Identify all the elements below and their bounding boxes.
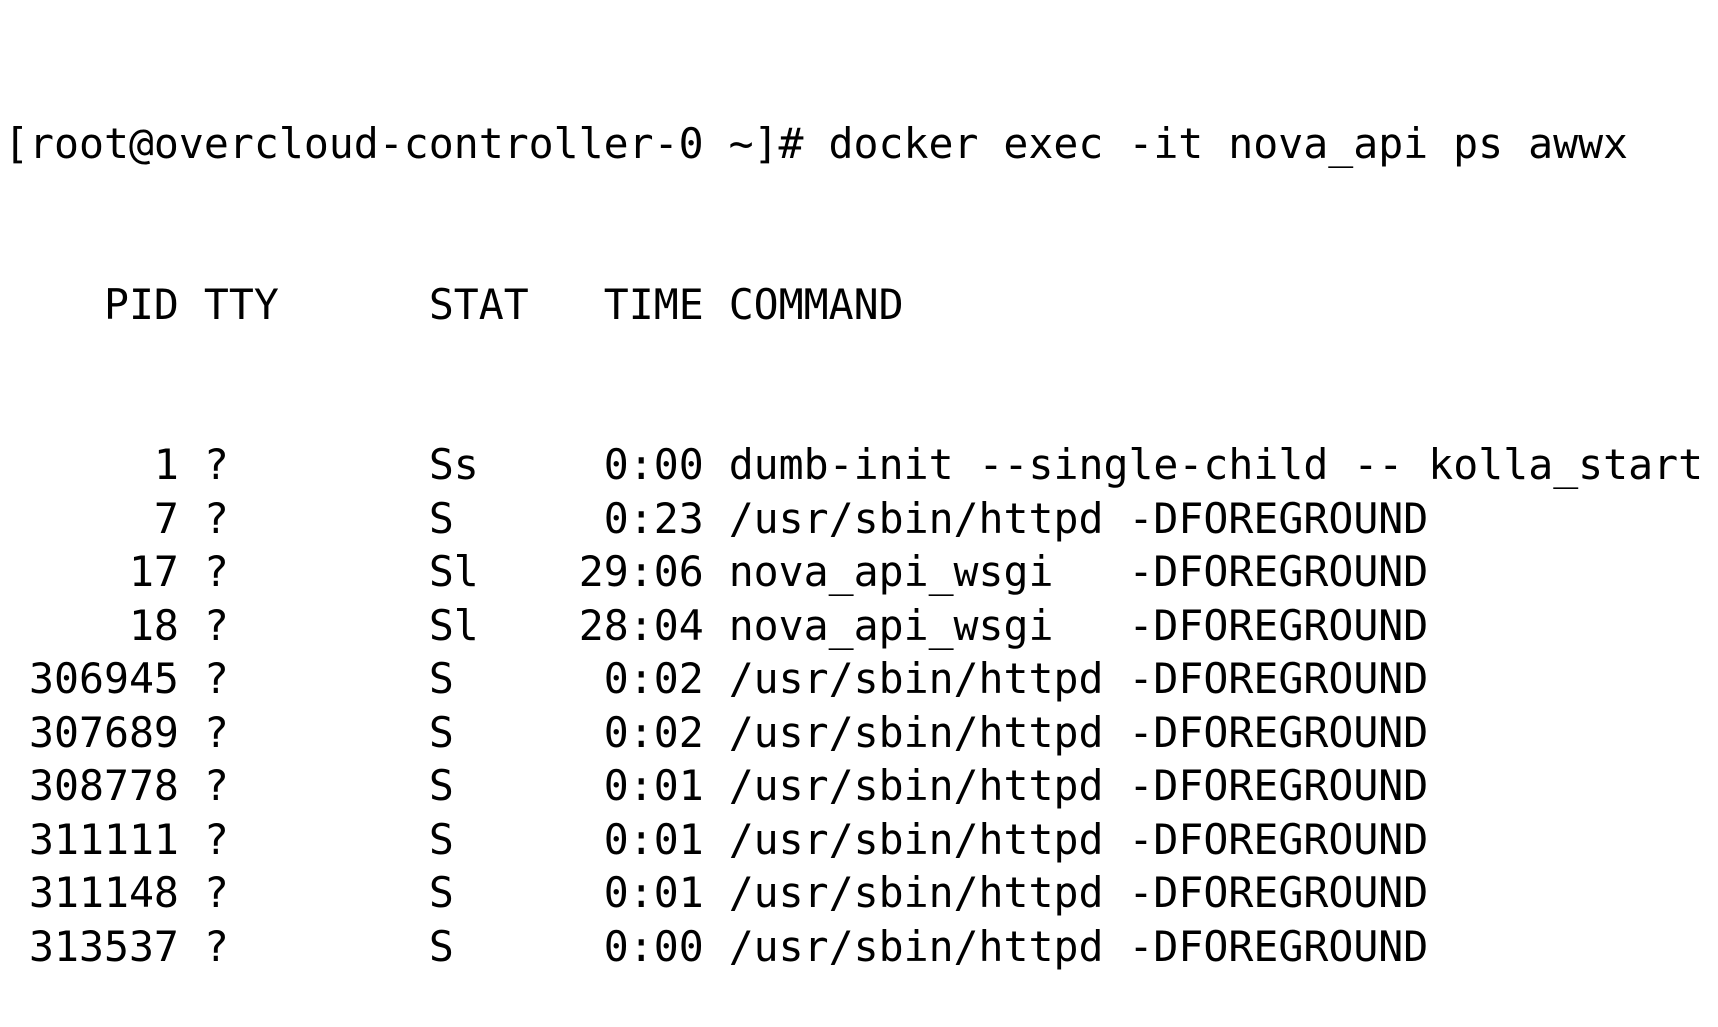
process-row: 311111 ? S 0:01 /usr/sbin/httpd -DFOREGR… — [4, 813, 1703, 867]
command: nova_api_wsgi -DFOREGROUND — [728, 600, 1429, 650]
pid: 311148 — [29, 868, 179, 917]
stat: S — [428, 493, 454, 543]
header-time: TIME — [603, 279, 704, 329]
header-pid: PID — [103, 279, 179, 329]
time: 0:01 — [603, 761, 704, 810]
process-table: 1 ? Ss 0:00 dumb-init --single-child -- … — [4, 438, 1703, 973]
header-tty: TTY — [203, 279, 279, 329]
time: 0:02 — [603, 707, 704, 757]
header-command: COMMAND — [728, 279, 904, 329]
pid: 7 — [153, 493, 179, 543]
stat: S — [428, 868, 454, 917]
time: 0:00 — [603, 921, 704, 971]
tty: ? — [203, 868, 229, 917]
tty: ? — [203, 493, 229, 543]
tty: ? — [203, 547, 229, 596]
stat: S — [428, 761, 454, 810]
command: dumb-init --single-child -- kolla_start — [728, 440, 1704, 489]
tty: ? — [203, 600, 229, 650]
command: /usr/sbin/httpd -DFOREGROUND — [728, 814, 1429, 864]
command: /usr/sbin/httpd -DFOREGROUND — [728, 707, 1429, 757]
terminal-output[interactable]: [root@overcloud-controller-0 ~]# docker … — [4, 10, 1703, 1027]
time: 0:02 — [603, 654, 704, 703]
stat: Sl — [428, 600, 479, 650]
process-row: 17 ? Sl 29:06 nova_api_wsgi -DFOREGROUND — [4, 545, 1703, 599]
time: 29:06 — [578, 547, 704, 596]
process-row: 307689 ? S 0:02 /usr/sbin/httpd -DFOREGR… — [4, 706, 1703, 760]
process-row: 18 ? Sl 28:04 nova_api_wsgi -DFOREGROUND — [4, 599, 1703, 653]
time: 0:00 — [603, 440, 704, 489]
pid: 307689 — [29, 707, 179, 757]
pid: 311111 — [29, 814, 179, 864]
process-table-header: PID TTY STAT TIME COMMAND — [4, 278, 1703, 332]
stat: S — [428, 654, 454, 703]
time: 0:01 — [603, 814, 704, 864]
command: /usr/sbin/httpd -DFOREGROUND — [728, 654, 1429, 703]
time: 28:04 — [578, 600, 704, 650]
tty: ? — [203, 440, 229, 489]
stat: Ss — [428, 440, 479, 489]
tty: ? — [203, 707, 229, 757]
process-row: 308778 ? S 0:01 /usr/sbin/httpd -DFOREGR… — [4, 759, 1703, 813]
pid: 308778 — [29, 761, 179, 810]
tty: ? — [203, 921, 229, 971]
process-row: 313537 ? S 0:00 /usr/sbin/httpd -DFOREGR… — [4, 920, 1703, 974]
pid: 1 — [153, 440, 179, 489]
pid: 313537 — [29, 921, 179, 971]
process-row: 7 ? S 0:23 /usr/sbin/httpd -DFOREGROUND — [4, 492, 1703, 546]
pid: 18 — [128, 600, 179, 650]
tty: ? — [203, 654, 229, 703]
shell-prompt: [root@overcloud-controller-0 ~]# — [4, 119, 829, 168]
process-row: 306945 ? S 0:02 /usr/sbin/httpd -DFOREGR… — [4, 652, 1703, 706]
pid: 17 — [128, 547, 179, 596]
stat: S — [428, 814, 454, 864]
tty: ? — [203, 761, 229, 810]
command: /usr/sbin/httpd -DFOREGROUND — [728, 493, 1429, 543]
command: nova_api_wsgi -DFOREGROUND — [728, 547, 1429, 596]
tty: ? — [203, 814, 229, 864]
process-row: 311148 ? S 0:01 /usr/sbin/httpd -DFOREGR… — [4, 866, 1703, 920]
command: /usr/sbin/httpd -DFOREGROUND — [728, 921, 1429, 971]
time: 0:01 — [603, 868, 704, 917]
command: /usr/sbin/httpd -DFOREGROUND — [728, 761, 1429, 810]
stat: S — [428, 707, 454, 757]
stat: Sl — [428, 547, 479, 596]
header-stat: STAT — [428, 279, 529, 329]
command-line: [root@overcloud-controller-0 ~]# docker … — [4, 117, 1703, 171]
stat: S — [428, 921, 454, 971]
typed-command: docker exec -it nova_api ps awwx — [828, 119, 1629, 168]
pid: 306945 — [29, 654, 179, 703]
process-row: 1 ? Ss 0:00 dumb-init --single-child -- … — [4, 438, 1703, 492]
command: /usr/sbin/httpd -DFOREGROUND — [728, 868, 1429, 917]
time: 0:23 — [603, 493, 704, 543]
